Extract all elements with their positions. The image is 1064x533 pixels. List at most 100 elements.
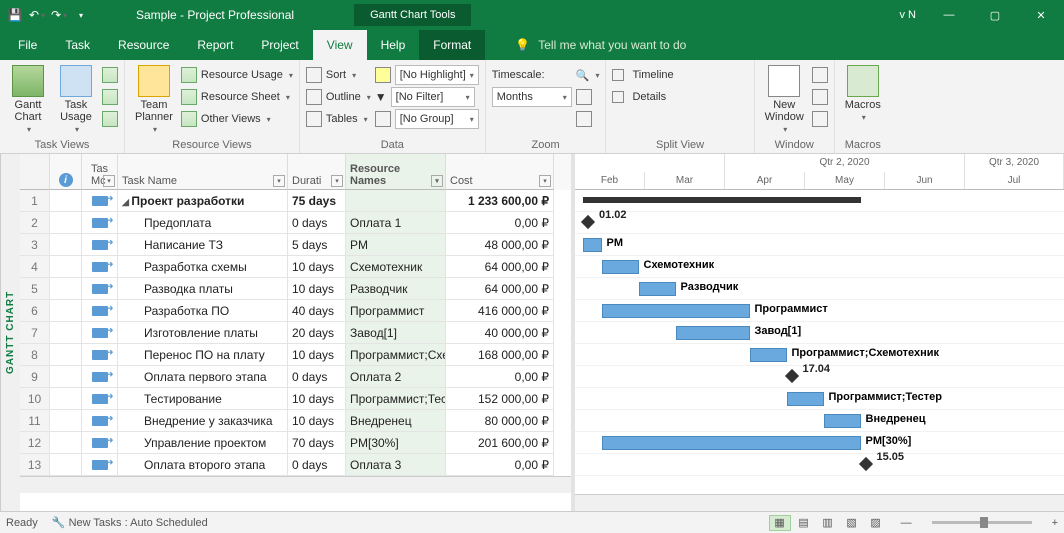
row-resource[interactable]: Схемотехник — [346, 256, 446, 278]
view-task-usage-button[interactable]: ▤ — [793, 515, 815, 531]
row-duration[interactable]: 70 days — [288, 432, 346, 454]
row-resource[interactable]: Оплата 1 — [346, 212, 446, 234]
filter-combo[interactable]: [No Filter] — [391, 87, 475, 107]
other-resource-views-button[interactable]: Other Views — [181, 109, 293, 129]
row-mode[interactable] — [82, 278, 118, 300]
zoom-thumb[interactable] — [980, 517, 988, 528]
col-task-mode[interactable]: Tas Mc▾ — [82, 154, 118, 190]
minimize-button[interactable]: — — [926, 0, 972, 30]
row-cost[interactable]: 416 000,00 ₽ — [446, 300, 554, 322]
tab-view[interactable]: View — [313, 30, 367, 60]
row-task-name[interactable]: Разработка схемы — [118, 256, 288, 278]
view-report-button[interactable]: ▨ — [865, 515, 887, 531]
row-task-name[interactable]: Оплата первого этапа — [118, 366, 288, 388]
row-duration[interactable]: 75 days — [288, 190, 346, 212]
col-cost[interactable]: Cost▾ — [446, 154, 554, 190]
zoom-project-button[interactable] — [576, 87, 600, 107]
row-duration[interactable]: 10 days — [288, 278, 346, 300]
view-team-planner-button[interactable]: ▥ — [817, 515, 839, 531]
resource-sheet-button[interactable]: Resource Sheet — [181, 87, 293, 107]
row-cost[interactable]: 40 000,00 ₽ — [446, 322, 554, 344]
row-number[interactable]: 4 — [20, 256, 50, 278]
resource-usage-button[interactable]: Resource Usage — [181, 65, 293, 85]
row-resource[interactable]: Разводчик — [346, 278, 446, 300]
row-cost[interactable]: 1 233 600,00 ₽ — [446, 190, 554, 212]
view-gantt-button[interactable]: ▦ — [769, 515, 791, 531]
table-row[interactable]: 6Разработка ПО40 daysПрограммист416 000,… — [20, 300, 571, 322]
row-mode[interactable] — [82, 234, 118, 256]
calendar-view-button[interactable] — [102, 87, 118, 107]
task-bar[interactable]: Программист — [602, 304, 750, 318]
filter-caret-icon[interactable]: ▾ — [273, 175, 285, 187]
table-row[interactable]: 1Проект разработки75 days1 233 600,00 ₽ — [20, 190, 571, 212]
row-resource[interactable]: Внедренец — [346, 410, 446, 432]
row-mode[interactable] — [82, 410, 118, 432]
row-task-name[interactable]: Разработка ПО — [118, 300, 288, 322]
row-cost[interactable]: 0,00 ₽ — [446, 212, 554, 234]
group-combo[interactable]: [No Group] — [395, 109, 479, 129]
row-resource[interactable]: Завод[1] — [346, 322, 446, 344]
timeline-checkbox[interactable]: Timeline — [612, 65, 673, 85]
table-row[interactable]: 13Оплата второго этапа0 daysОплата 30,00… — [20, 454, 571, 476]
filter-caret-icon[interactable]: ▾ — [539, 175, 551, 187]
task-bar[interactable]: Завод[1] — [676, 326, 750, 340]
row-resource[interactable]: PM — [346, 234, 446, 256]
timescale-combo[interactable]: Months — [492, 87, 572, 107]
row-cost[interactable]: 168 000,00 ₽ — [446, 344, 554, 366]
row-number[interactable]: 12 — [20, 432, 50, 454]
row-number[interactable]: 8 — [20, 344, 50, 366]
undo-button[interactable]: ↶ — [30, 8, 44, 22]
row-cost[interactable]: 64 000,00 ₽ — [446, 256, 554, 278]
redo-button[interactable]: ↷ — [52, 8, 66, 22]
filter-caret-icon[interactable]: ▾ — [103, 175, 115, 187]
row-task-name[interactable]: Изготовление платы — [118, 322, 288, 344]
row-resource[interactable]: Оплата 2 — [346, 366, 446, 388]
filter-caret-icon[interactable]: ▾ — [331, 175, 343, 187]
maximize-button[interactable]: ▢ — [972, 0, 1018, 30]
col-resource-names[interactable]: Resource Names▾ — [346, 154, 446, 190]
row-number[interactable]: 2 — [20, 212, 50, 234]
highlight-row[interactable]: [No Highlight] — [375, 65, 479, 85]
sort-button[interactable]: Sort — [306, 65, 371, 85]
milestone-marker[interactable] — [858, 457, 872, 471]
row-mode[interactable] — [82, 212, 118, 234]
col-duration[interactable]: Durati▾ — [288, 154, 346, 190]
group-row[interactable]: [No Group] — [375, 109, 479, 129]
row-mode[interactable] — [82, 344, 118, 366]
row-number[interactable]: 1 — [20, 190, 50, 212]
row-task-name[interactable]: Управление проектом — [118, 432, 288, 454]
close-button[interactable]: ✕ — [1018, 0, 1064, 30]
gantt-hscroll[interactable] — [575, 494, 1064, 511]
details-checkbox[interactable]: Details — [612, 87, 673, 107]
row-cost[interactable]: 64 000,00 ₽ — [446, 278, 554, 300]
row-mode[interactable] — [82, 454, 118, 476]
row-resource[interactable]: PM[30%] — [346, 432, 446, 454]
row-number[interactable]: 5 — [20, 278, 50, 300]
row-resource[interactable]: Программист — [346, 300, 446, 322]
task-bar[interactable]: Программист;Тестер — [787, 392, 824, 406]
row-cost[interactable]: 0,00 ₽ — [446, 454, 554, 476]
table-row[interactable]: 2Предоплата0 daysОплата 10,00 ₽ — [20, 212, 571, 234]
outline-button[interactable]: Outline — [306, 87, 371, 107]
row-number[interactable]: 6 — [20, 300, 50, 322]
team-planner-button[interactable]: Team Planner — [131, 63, 177, 136]
filter-row[interactable]: ▼[No Filter] — [375, 87, 479, 107]
macros-button[interactable]: Macros — [841, 63, 885, 124]
tables-button[interactable]: Tables — [306, 109, 371, 129]
table-row[interactable]: 7Изготовление платы20 daysЗавод[1]40 000… — [20, 322, 571, 344]
row-mode[interactable] — [82, 432, 118, 454]
tab-resource[interactable]: Resource — [104, 30, 183, 60]
row-duration[interactable]: 10 days — [288, 410, 346, 432]
row-cost[interactable]: 152 000,00 ₽ — [446, 388, 554, 410]
row-mode[interactable] — [82, 300, 118, 322]
other-task-views-button[interactable] — [102, 109, 118, 129]
table-row[interactable]: 5Разводка платы10 daysРазводчик64 000,00… — [20, 278, 571, 300]
view-resource-sheet-button[interactable]: ▧ — [841, 515, 863, 531]
row-task-name[interactable]: Предоплата — [118, 212, 288, 234]
table-row[interactable]: 9Оплата первого этапа0 daysОплата 20,00 … — [20, 366, 571, 388]
milestone-marker[interactable] — [581, 215, 595, 229]
task-bar[interactable]: Внедренец — [824, 414, 861, 428]
col-task-name[interactable]: Task Name▾ — [118, 154, 288, 190]
row-duration[interactable]: 10 days — [288, 344, 346, 366]
row-mode[interactable] — [82, 322, 118, 344]
